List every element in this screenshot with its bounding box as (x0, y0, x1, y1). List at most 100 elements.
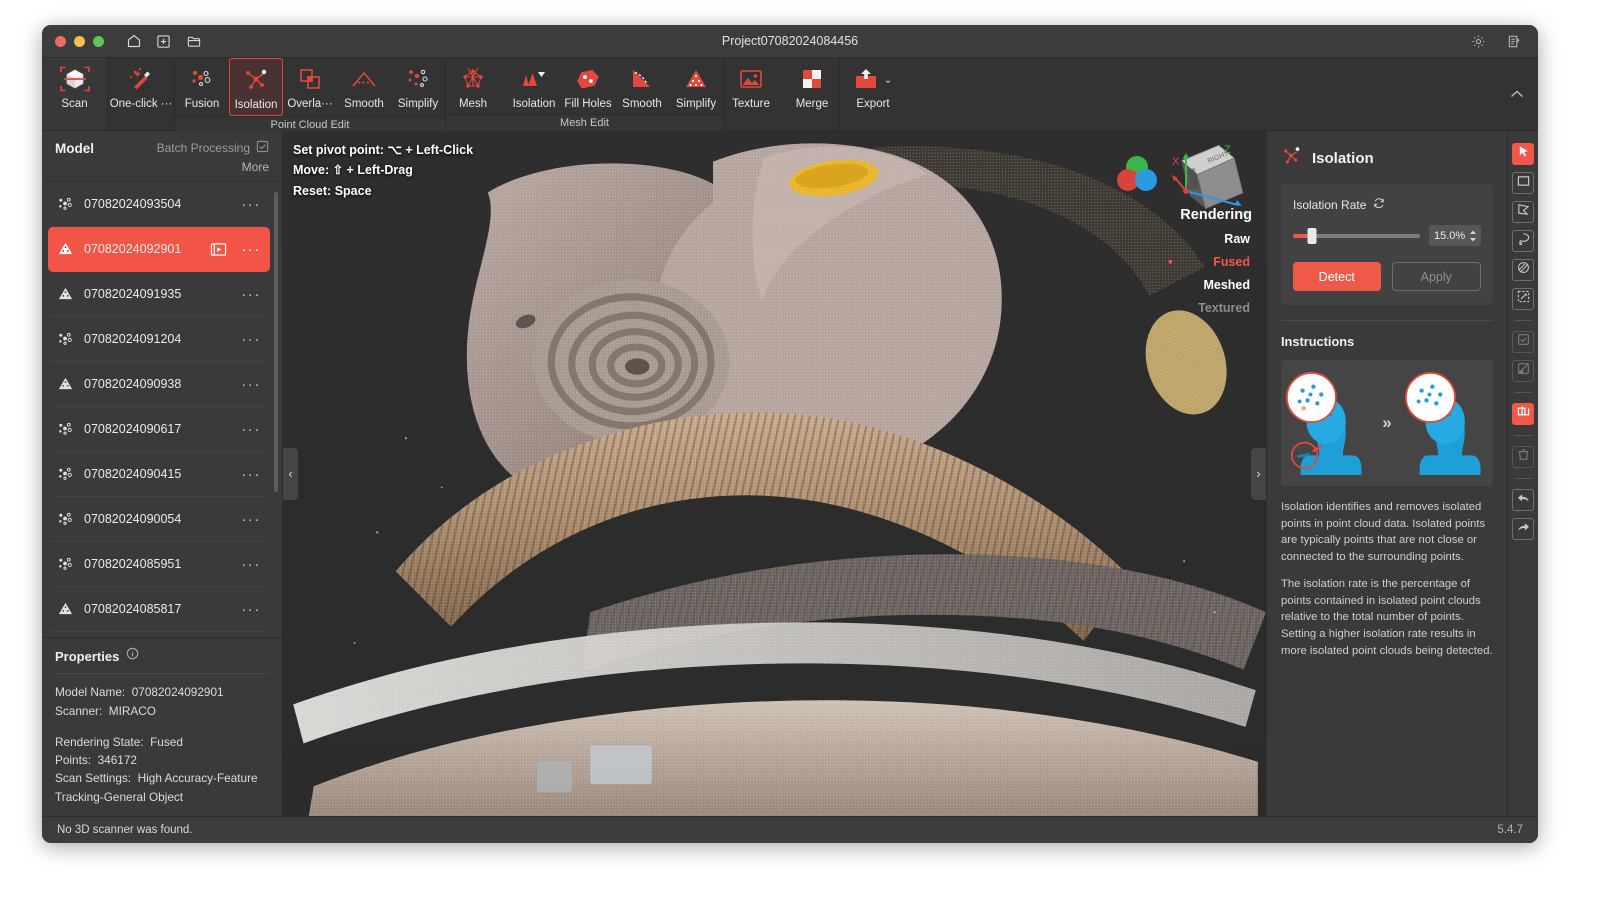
open-folder-icon[interactable] (184, 32, 203, 51)
model-item-menu-button[interactable]: ··· (241, 286, 261, 303)
model-item-label: 07082024085951 (84, 557, 182, 571)
one-click-button[interactable]: One-click ··· (108, 58, 174, 114)
isolation-button[interactable]: Isolation (229, 58, 283, 116)
model-item-menu-button[interactable]: ··· (241, 556, 261, 573)
crop-selection-button[interactable] (1512, 403, 1534, 425)
mesh-simplify-label: Simplify (675, 98, 717, 110)
texture-button[interactable]: Texture (724, 58, 778, 114)
model-list-item[interactable]: 07082024090415 ··· (48, 452, 270, 497)
home-icon[interactable] (124, 32, 143, 51)
model-item-menu-button[interactable]: ··· (241, 331, 261, 348)
model-item-menu-button[interactable]: ··· (241, 511, 261, 528)
gear-icon[interactable] (1469, 32, 1488, 51)
overlap-button[interactable]: Overla··· (283, 58, 337, 114)
point-cloud-model-icon (57, 511, 74, 527)
application-window: Project07082024084456 Scan One-click ···… (42, 25, 1538, 843)
property-rendering-state: Rendering State: Fused (55, 734, 183, 749)
model-list-item[interactable]: 07082024085817 ··· (48, 587, 270, 632)
model-item-label: 07082024091204 (84, 332, 182, 346)
rendering-state-meshed[interactable]: Meshed (1180, 278, 1252, 292)
fill-holes-button[interactable]: Fill Holes (561, 58, 615, 114)
model-item-menu-button[interactable]: ··· (241, 466, 261, 483)
simplify-button[interactable]: Simplify (391, 58, 445, 114)
mesh-button[interactable]: Mesh (446, 58, 500, 114)
model-list-scrollbar-track[interactable] (274, 186, 280, 633)
close-window-button[interactable] (55, 35, 66, 47)
mesh-simplify-button[interactable]: Simplify (669, 58, 723, 114)
svg-text:X: X (1172, 156, 1180, 168)
window-controls (55, 35, 104, 47)
fill-holes-label: Fill Holes (564, 98, 612, 110)
collapse-right-panel-button[interactable]: › (1251, 447, 1266, 500)
brush-select-button[interactable] (1512, 259, 1534, 281)
fusion-button[interactable]: Fusion (175, 58, 229, 114)
mesh-simplify-icon (682, 64, 710, 94)
polygon-lasso-icon (1517, 203, 1530, 221)
isolation-settings-card: Isolation Rate 15.0% Detect Apply (1281, 184, 1493, 305)
rendering-state-fused[interactable]: Fused (1168, 255, 1252, 269)
point-cloud-render[interactable] (283, 131, 1266, 816)
mesh-isolation-label: Isolation (512, 98, 556, 110)
texture-image-icon (738, 64, 764, 94)
stepper-arrows-icon[interactable] (1469, 230, 1477, 242)
model-list-item[interactable]: 07082024091935 ··· (48, 272, 270, 317)
viewport-hint-line: Set pivot point: ⌥ + Left-Click (293, 143, 474, 157)
property-points: Points: 346172 (55, 753, 137, 768)
smooth-button[interactable]: Smooth (337, 58, 391, 114)
collapse-left-panel-button[interactable]: ‹ (283, 447, 298, 500)
detect-button[interactable]: Detect (1293, 262, 1381, 291)
chevron-up-icon[interactable] (1510, 87, 1524, 102)
magic-select-button[interactable] (1512, 288, 1534, 310)
mesh-isolation-button[interactable]: Isolation (507, 58, 561, 114)
info-icon[interactable] (126, 647, 139, 665)
model-list-item[interactable]: 07082024085951 ··· (48, 542, 270, 587)
model-list-item[interactable]: 07082024090938 ··· (48, 362, 270, 407)
mesh-smooth-icon (628, 64, 656, 94)
model-list-item[interactable]: 07082024092901 ··· (48, 227, 270, 272)
model-item-label: 07082024090617 (84, 422, 182, 436)
batch-processing-toggle[interactable]: Batch Processing (157, 140, 269, 156)
model-item-menu-button[interactable]: ··· (241, 601, 261, 618)
scan-button[interactable]: Scan (42, 58, 107, 114)
model-list-item[interactable]: 07082024090617 ··· (48, 407, 270, 452)
minimize-window-button[interactable] (74, 35, 85, 47)
invert-selection-button (1512, 360, 1534, 382)
export-button[interactable]: ⌄ Export (840, 58, 906, 114)
model-list-scrollbar-thumb[interactable] (274, 192, 278, 492)
delete-button (1512, 446, 1534, 468)
model-more-button[interactable]: More (42, 158, 282, 181)
refresh-icon[interactable] (1373, 197, 1385, 212)
undo-button[interactable] (1512, 489, 1534, 511)
fusion-points-icon (187, 64, 217, 94)
merge-button[interactable]: Merge (785, 58, 839, 114)
polygon-lasso-button[interactable] (1512, 201, 1534, 223)
rgb-gizmo-icon[interactable] (1112, 153, 1162, 200)
model-item-menu-button[interactable]: ··· (241, 196, 261, 213)
isolation-rate-slider[interactable] (1293, 227, 1420, 244)
model-list-item[interactable]: 07082024091204 ··· (48, 317, 270, 362)
feedback-icon[interactable] (1505, 32, 1524, 51)
mesh-smooth-button[interactable]: Smooth (615, 58, 669, 114)
model-item-menu-button[interactable]: ··· (241, 376, 261, 393)
redo-button[interactable] (1512, 518, 1534, 540)
model-list-scroll: 07082024093504 ··· 07082024092901 ··· 07… (42, 182, 282, 637)
properties-header: Properties (55, 647, 269, 673)
isolation-rate-stepper[interactable]: 15.0% (1429, 225, 1481, 246)
model-item-label: 07082024092901 (84, 242, 182, 256)
slider-knob[interactable] (1307, 227, 1317, 244)
new-project-icon[interactable] (154, 32, 173, 51)
model-item-menu-button[interactable]: ··· (241, 241, 261, 258)
cursor-select-button[interactable] (1512, 143, 1534, 165)
maximize-window-button[interactable] (93, 35, 104, 47)
film-strip-icon[interactable] (210, 242, 227, 257)
3d-viewport[interactable]: Set pivot point: ⌥ + Left-Click Move: ⇧ +… (283, 131, 1266, 816)
model-item-menu-button[interactable]: ··· (241, 421, 261, 438)
ribbon-group-oneclick: One-click ··· (108, 58, 175, 130)
model-list-item[interactable]: 07082024090054 ··· (48, 497, 270, 542)
lasso-select-button[interactable] (1512, 230, 1534, 252)
mesh-edit-caption: Mesh Edit (446, 114, 723, 132)
model-list-item[interactable]: 07082024093504 ··· (48, 182, 270, 227)
rendering-state-raw[interactable]: Raw (1180, 232, 1252, 246)
ribbon-group-point-cloud-edit: Fusion Isolation Overla··· Smooth Simpli… (175, 58, 446, 134)
rectangle-select-button[interactable] (1512, 172, 1534, 194)
